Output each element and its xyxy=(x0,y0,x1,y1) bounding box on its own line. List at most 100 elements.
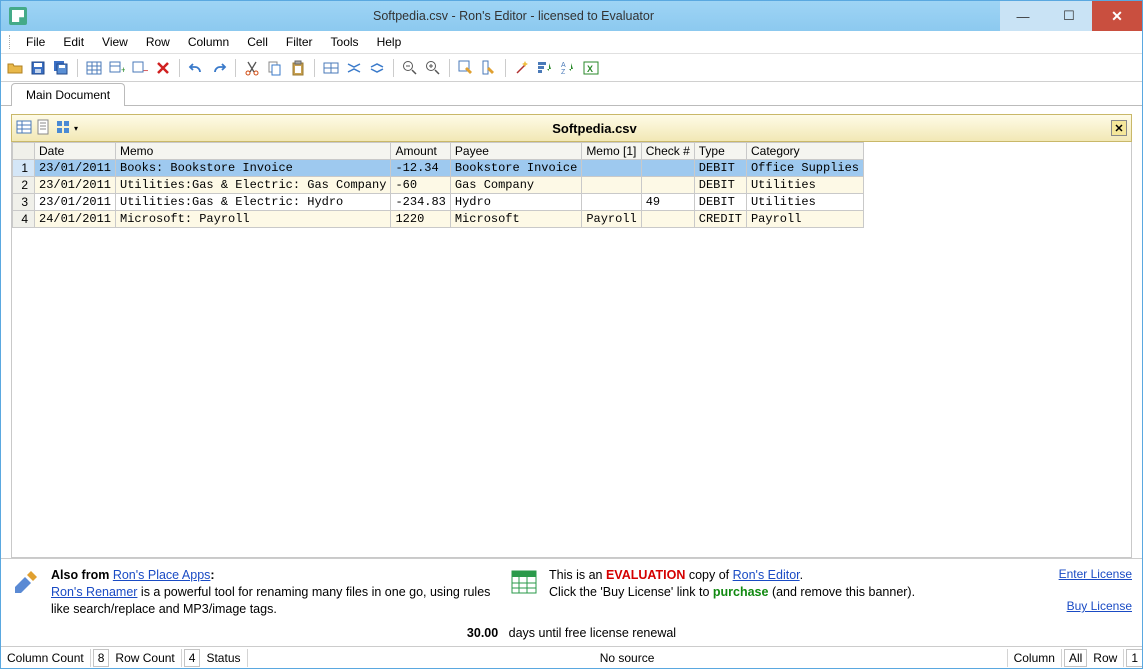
cell[interactable] xyxy=(641,211,694,228)
evaluation-word: EVALUATION xyxy=(606,568,685,582)
cell[interactable] xyxy=(582,194,641,211)
cell[interactable] xyxy=(582,177,641,194)
minimize-button[interactable]: — xyxy=(1000,1,1046,31)
paste-icon[interactable] xyxy=(288,58,308,78)
cell[interactable] xyxy=(582,160,641,177)
expand-icon[interactable] xyxy=(367,58,387,78)
col-header-amount[interactable]: Amount xyxy=(391,143,450,160)
cell[interactable]: Payroll xyxy=(582,211,641,228)
renamer-icon xyxy=(11,567,43,599)
cell[interactable]: Microsoft xyxy=(450,211,581,228)
cell[interactable]: Hydro xyxy=(450,194,581,211)
cell[interactable]: 1220 xyxy=(391,211,450,228)
status-column-label: Column xyxy=(1008,649,1062,667)
menu-tools[interactable]: Tools xyxy=(322,32,368,52)
cell[interactable]: DEBIT xyxy=(694,194,746,211)
col-header-type[interactable]: Type xyxy=(694,143,746,160)
cut-icon[interactable] xyxy=(242,58,262,78)
excel-icon[interactable]: X xyxy=(581,58,601,78)
cell[interactable]: Utilities:Gas & Electric: Gas Company xyxy=(116,177,391,194)
row-number[interactable]: 1 xyxy=(13,160,35,177)
cell[interactable]: 24/01/2011 xyxy=(35,211,116,228)
cell[interactable]: Books: Bookstore Invoice xyxy=(116,160,391,177)
cell[interactable] xyxy=(641,177,694,194)
redo-icon[interactable] xyxy=(209,58,229,78)
edit-cell-icon[interactable] xyxy=(456,58,476,78)
row-header-corner[interactable] xyxy=(13,143,35,160)
edit-column-icon[interactable] xyxy=(479,58,499,78)
menu-column[interactable]: Column xyxy=(179,32,238,52)
cell[interactable]: 49 xyxy=(641,194,694,211)
cell[interactable]: Payroll xyxy=(746,211,863,228)
cell[interactable]: Bookstore Invoice xyxy=(450,160,581,177)
rons-renamer-link[interactable]: Ron's Renamer xyxy=(51,585,137,599)
copy-icon[interactable] xyxy=(265,58,285,78)
collapse-icon[interactable] xyxy=(344,58,364,78)
table-row[interactable]: 223/01/2011Utilities:Gas & Electric: Gas… xyxy=(13,177,864,194)
cell[interactable]: 23/01/2011 xyxy=(35,177,116,194)
close-button[interactable]: ✕ xyxy=(1092,1,1142,31)
col-header-memo1[interactable]: Memo [1] xyxy=(582,143,641,160)
rons-place-apps-link[interactable]: Ron's Place Apps xyxy=(113,568,211,582)
delete-row-icon[interactable]: − xyxy=(130,58,150,78)
sort-asc-icon[interactable]: AZ xyxy=(558,58,578,78)
cell[interactable]: -234.83 xyxy=(391,194,450,211)
table-row[interactable]: 123/01/2011Books: Bookstore Invoice-12.3… xyxy=(13,160,864,177)
menu-file[interactable]: File xyxy=(17,32,54,52)
undo-icon[interactable] xyxy=(186,58,206,78)
enter-license-link[interactable]: Enter License xyxy=(1059,567,1132,581)
row-number[interactable]: 3 xyxy=(13,194,35,211)
tab-main-document[interactable]: Main Document xyxy=(11,83,125,106)
col-header-memo[interactable]: Memo xyxy=(116,143,391,160)
cell[interactable]: -12.34 xyxy=(391,160,450,177)
cell[interactable]: Gas Company xyxy=(450,177,581,194)
table-row[interactable]: 424/01/2011Microsoft: Payroll1220Microso… xyxy=(13,211,864,228)
col-header-date[interactable]: Date xyxy=(35,143,116,160)
sort-icon[interactable] xyxy=(535,58,555,78)
titlebar[interactable]: Softpedia.csv - Ron's Editor - licensed … xyxy=(1,1,1142,31)
menu-edit[interactable]: Edit xyxy=(54,32,93,52)
col-header-payee[interactable]: Payee xyxy=(450,143,581,160)
cell[interactable]: 23/01/2011 xyxy=(35,160,116,177)
view-table-icon[interactable] xyxy=(16,119,32,138)
col-header-check[interactable]: Check # xyxy=(641,143,694,160)
grid-icon[interactable] xyxy=(321,58,341,78)
cell[interactable]: Utilities xyxy=(746,177,863,194)
view-list-icon[interactable] xyxy=(36,119,52,138)
cell[interactable]: 23/01/2011 xyxy=(35,194,116,211)
zoom-in-icon[interactable] xyxy=(423,58,443,78)
save-all-icon[interactable] xyxy=(51,58,71,78)
cell[interactable]: DEBIT xyxy=(694,160,746,177)
zoom-out-icon[interactable] xyxy=(400,58,420,78)
menu-cell[interactable]: Cell xyxy=(238,32,277,52)
rons-editor-link[interactable]: Ron's Editor xyxy=(733,568,800,582)
status-row-val: 1 xyxy=(1126,649,1142,667)
col-header-category[interactable]: Category xyxy=(746,143,863,160)
cell[interactable]: Office Supplies xyxy=(746,160,863,177)
menu-row[interactable]: Row xyxy=(137,32,179,52)
wand-icon[interactable] xyxy=(512,58,532,78)
insert-row-icon[interactable]: + xyxy=(107,58,127,78)
cell[interactable]: Utilities:Gas & Electric: Hydro xyxy=(116,194,391,211)
save-icon[interactable] xyxy=(28,58,48,78)
data-grid[interactable]: Date Memo Amount Payee Memo [1] Check # … xyxy=(12,142,864,228)
cell[interactable] xyxy=(641,160,694,177)
delete-x-icon[interactable] xyxy=(153,58,173,78)
view-tiles-icon[interactable]: ▾ xyxy=(56,120,78,136)
table-row[interactable]: 323/01/2011Utilities:Gas & Electric: Hyd… xyxy=(13,194,864,211)
document-close-button[interactable]: ✕ xyxy=(1111,120,1127,136)
cell[interactable]: CREDIT xyxy=(694,211,746,228)
row-number[interactable]: 2 xyxy=(13,177,35,194)
cell[interactable]: Utilities xyxy=(746,194,863,211)
open-icon[interactable] xyxy=(5,58,25,78)
cell[interactable]: -60 xyxy=(391,177,450,194)
buy-license-link[interactable]: Buy License xyxy=(1067,599,1132,613)
cell[interactable]: DEBIT xyxy=(694,177,746,194)
row-number[interactable]: 4 xyxy=(13,211,35,228)
menu-filter[interactable]: Filter xyxy=(277,32,322,52)
menu-help[interactable]: Help xyxy=(368,32,411,52)
table-icon[interactable] xyxy=(84,58,104,78)
maximize-button[interactable]: ☐ xyxy=(1046,1,1092,31)
cell[interactable]: Microsoft: Payroll xyxy=(116,211,391,228)
menu-view[interactable]: View xyxy=(93,32,137,52)
